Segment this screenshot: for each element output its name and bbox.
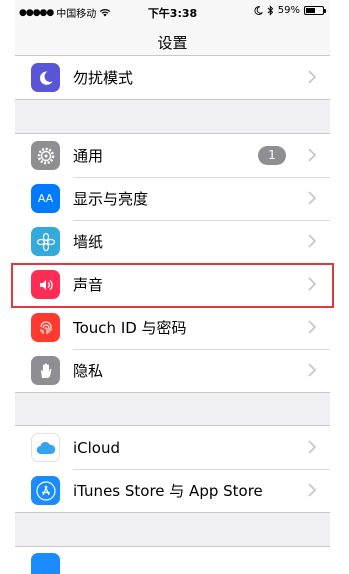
settings-row-itunes-app-store[interactable]: iTunes Store 与 App Store [15, 469, 330, 512]
row-label: 显示与亮度 [73, 190, 149, 208]
chevron-right-icon [308, 234, 316, 248]
settings-group-accounts: iCloud iTunes Store 与 App Store [15, 425, 330, 513]
app-store-icon [31, 476, 60, 505]
chevron-right-icon [308, 483, 316, 497]
settings-row-sounds[interactable]: 声音 [15, 263, 330, 306]
settings-row-general[interactable]: 通用 1 [15, 134, 330, 177]
cloud-icon [31, 433, 60, 462]
gear-icon [31, 141, 60, 170]
row-label: Touch ID 与密码 [73, 319, 187, 337]
flower-icon [31, 227, 60, 256]
bluetooth-icon [267, 5, 273, 16]
row-label: 勿扰模式 [73, 69, 134, 87]
settings-row-wallpaper[interactable]: 墙纸 [15, 220, 330, 263]
row-label: iTunes Store 与 App Store [73, 482, 263, 500]
chevron-right-icon [308, 191, 316, 205]
text-size-glyph: AA [37, 192, 54, 205]
speaker-icon [31, 270, 60, 299]
settings-row-touch-id-passcode[interactable]: Touch ID 与密码 [15, 306, 330, 349]
battery-fill [306, 8, 315, 13]
settings-row-do-not-disturb[interactable]: 勿扰模式 [15, 56, 330, 99]
row-label: 隐私 [73, 362, 104, 380]
settings-screen: ●●●●● 中国移动 下午3:38 59% 设置 勿扰模式 通用 1 AA 显示… [15, 0, 330, 574]
row-label: 声音 [73, 276, 104, 294]
chevron-right-icon [308, 440, 316, 454]
fingerprint-icon [31, 313, 60, 342]
chevron-right-icon [308, 148, 316, 162]
settings-row-display-brightness[interactable]: AA 显示与亮度 [15, 177, 330, 220]
notification-badge: 1 [258, 146, 286, 165]
chevron-right-icon [308, 320, 316, 334]
app-icon-partial [31, 553, 60, 574]
settings-group-next [15, 546, 330, 574]
row-label: 通用 [73, 147, 104, 165]
text-size-icon: AA [31, 184, 60, 213]
chevron-right-icon [308, 277, 316, 291]
settings-group-general: 通用 1 AA 显示与亮度 墙纸 声音 Touch ID 与密码 隐私 [15, 133, 330, 393]
battery-percent: 59% [277, 5, 300, 16]
hand-icon [31, 356, 60, 385]
battery-icon [304, 6, 326, 15]
moon-icon [254, 6, 263, 15]
moon-icon [31, 63, 60, 92]
chevron-right-icon [308, 363, 316, 377]
status-bar: ●●●●● 中国移动 下午3:38 59% [15, 0, 330, 22]
settings-group-dnd: 勿扰模式 [15, 55, 330, 100]
settings-row-privacy[interactable]: 隐私 [15, 349, 330, 392]
chevron-right-icon [308, 70, 316, 84]
row-label: 墙纸 [73, 233, 104, 251]
row-label: iCloud [73, 438, 121, 457]
settings-row-icloud[interactable]: iCloud [15, 426, 330, 469]
status-right: 59% [254, 5, 326, 16]
